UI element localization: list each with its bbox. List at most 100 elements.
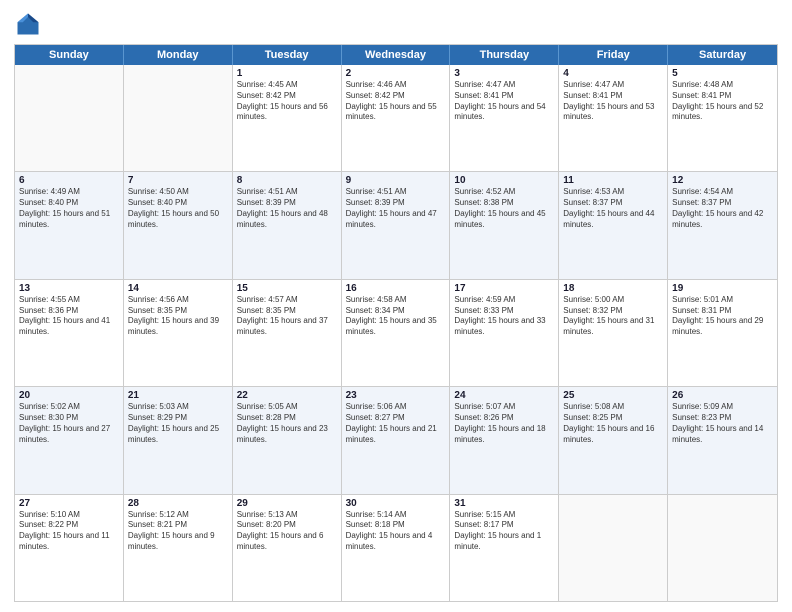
page: SundayMondayTuesdayWednesdayThursdayFrid… bbox=[0, 0, 792, 612]
cal-cell-empty bbox=[15, 65, 124, 171]
day-number: 10 bbox=[454, 175, 554, 186]
cal-cell-day-18: 18Sunrise: 5:00 AM Sunset: 8:32 PM Dayli… bbox=[559, 280, 668, 386]
cal-cell-day-27: 27Sunrise: 5:10 AM Sunset: 8:22 PM Dayli… bbox=[15, 495, 124, 601]
cell-daylight-info: Sunrise: 4:48 AM Sunset: 8:41 PM Dayligh… bbox=[672, 80, 773, 123]
day-number: 21 bbox=[128, 390, 228, 401]
cell-daylight-info: Sunrise: 5:06 AM Sunset: 8:27 PM Dayligh… bbox=[346, 402, 446, 445]
day-number: 19 bbox=[672, 283, 773, 294]
day-number: 23 bbox=[346, 390, 446, 401]
cell-daylight-info: Sunrise: 4:54 AM Sunset: 8:37 PM Dayligh… bbox=[672, 187, 773, 230]
day-number: 17 bbox=[454, 283, 554, 294]
day-number: 14 bbox=[128, 283, 228, 294]
cell-daylight-info: Sunrise: 4:49 AM Sunset: 8:40 PM Dayligh… bbox=[19, 187, 119, 230]
cal-cell-day-17: 17Sunrise: 4:59 AM Sunset: 8:33 PM Dayli… bbox=[450, 280, 559, 386]
cal-cell-day-3: 3Sunrise: 4:47 AM Sunset: 8:41 PM Daylig… bbox=[450, 65, 559, 171]
cell-daylight-info: Sunrise: 4:51 AM Sunset: 8:39 PM Dayligh… bbox=[237, 187, 337, 230]
day-number: 31 bbox=[454, 498, 554, 509]
day-number: 4 bbox=[563, 68, 663, 79]
cal-cell-day-29: 29Sunrise: 5:13 AM Sunset: 8:20 PM Dayli… bbox=[233, 495, 342, 601]
cell-daylight-info: Sunrise: 4:50 AM Sunset: 8:40 PM Dayligh… bbox=[128, 187, 228, 230]
cal-cell-day-23: 23Sunrise: 5:06 AM Sunset: 8:27 PM Dayli… bbox=[342, 387, 451, 493]
cal-cell-day-19: 19Sunrise: 5:01 AM Sunset: 8:31 PM Dayli… bbox=[668, 280, 777, 386]
cal-cell-day-16: 16Sunrise: 4:58 AM Sunset: 8:34 PM Dayli… bbox=[342, 280, 451, 386]
logo bbox=[14, 10, 46, 38]
day-number: 24 bbox=[454, 390, 554, 401]
cell-daylight-info: Sunrise: 4:46 AM Sunset: 8:42 PM Dayligh… bbox=[346, 80, 446, 123]
cell-daylight-info: Sunrise: 5:13 AM Sunset: 8:20 PM Dayligh… bbox=[237, 510, 337, 553]
header bbox=[14, 10, 778, 38]
day-number: 18 bbox=[563, 283, 663, 294]
cell-daylight-info: Sunrise: 5:09 AM Sunset: 8:23 PM Dayligh… bbox=[672, 402, 773, 445]
day-number: 25 bbox=[563, 390, 663, 401]
cal-cell-empty bbox=[668, 495, 777, 601]
cell-daylight-info: Sunrise: 4:47 AM Sunset: 8:41 PM Dayligh… bbox=[454, 80, 554, 123]
day-number: 7 bbox=[128, 175, 228, 186]
cal-cell-day-6: 6Sunrise: 4:49 AM Sunset: 8:40 PM Daylig… bbox=[15, 172, 124, 278]
cal-cell-day-25: 25Sunrise: 5:08 AM Sunset: 8:25 PM Dayli… bbox=[559, 387, 668, 493]
cal-week-4: 20Sunrise: 5:02 AM Sunset: 8:30 PM Dayli… bbox=[15, 386, 777, 493]
cal-week-2: 6Sunrise: 4:49 AM Sunset: 8:40 PM Daylig… bbox=[15, 171, 777, 278]
cal-header-thursday: Thursday bbox=[450, 45, 559, 65]
day-number: 22 bbox=[237, 390, 337, 401]
day-number: 11 bbox=[563, 175, 663, 186]
cal-cell-day-9: 9Sunrise: 4:51 AM Sunset: 8:39 PM Daylig… bbox=[342, 172, 451, 278]
cal-header-friday: Friday bbox=[559, 45, 668, 65]
cal-cell-empty bbox=[559, 495, 668, 601]
day-number: 27 bbox=[19, 498, 119, 509]
cal-cell-day-7: 7Sunrise: 4:50 AM Sunset: 8:40 PM Daylig… bbox=[124, 172, 233, 278]
cell-daylight-info: Sunrise: 4:53 AM Sunset: 8:37 PM Dayligh… bbox=[563, 187, 663, 230]
cell-daylight-info: Sunrise: 5:05 AM Sunset: 8:28 PM Dayligh… bbox=[237, 402, 337, 445]
day-number: 30 bbox=[346, 498, 446, 509]
cal-cell-day-31: 31Sunrise: 5:15 AM Sunset: 8:17 PM Dayli… bbox=[450, 495, 559, 601]
cell-daylight-info: Sunrise: 5:01 AM Sunset: 8:31 PM Dayligh… bbox=[672, 295, 773, 338]
logo-icon bbox=[14, 10, 42, 38]
calendar: SundayMondayTuesdayWednesdayThursdayFrid… bbox=[14, 44, 778, 602]
day-number: 26 bbox=[672, 390, 773, 401]
cell-daylight-info: Sunrise: 4:45 AM Sunset: 8:42 PM Dayligh… bbox=[237, 80, 337, 123]
cell-daylight-info: Sunrise: 4:56 AM Sunset: 8:35 PM Dayligh… bbox=[128, 295, 228, 338]
cal-header-wednesday: Wednesday bbox=[342, 45, 451, 65]
day-number: 8 bbox=[237, 175, 337, 186]
day-number: 28 bbox=[128, 498, 228, 509]
cell-daylight-info: Sunrise: 5:14 AM Sunset: 8:18 PM Dayligh… bbox=[346, 510, 446, 553]
cal-cell-day-26: 26Sunrise: 5:09 AM Sunset: 8:23 PM Dayli… bbox=[668, 387, 777, 493]
day-number: 13 bbox=[19, 283, 119, 294]
cal-cell-day-2: 2Sunrise: 4:46 AM Sunset: 8:42 PM Daylig… bbox=[342, 65, 451, 171]
cell-daylight-info: Sunrise: 4:55 AM Sunset: 8:36 PM Dayligh… bbox=[19, 295, 119, 338]
day-number: 29 bbox=[237, 498, 337, 509]
cal-cell-day-13: 13Sunrise: 4:55 AM Sunset: 8:36 PM Dayli… bbox=[15, 280, 124, 386]
day-number: 15 bbox=[237, 283, 337, 294]
cal-week-5: 27Sunrise: 5:10 AM Sunset: 8:22 PM Dayli… bbox=[15, 494, 777, 601]
cal-cell-day-4: 4Sunrise: 4:47 AM Sunset: 8:41 PM Daylig… bbox=[559, 65, 668, 171]
cal-cell-day-22: 22Sunrise: 5:05 AM Sunset: 8:28 PM Dayli… bbox=[233, 387, 342, 493]
day-number: 1 bbox=[237, 68, 337, 79]
cal-header-saturday: Saturday bbox=[668, 45, 777, 65]
cal-week-3: 13Sunrise: 4:55 AM Sunset: 8:36 PM Dayli… bbox=[15, 279, 777, 386]
cal-cell-day-11: 11Sunrise: 4:53 AM Sunset: 8:37 PM Dayli… bbox=[559, 172, 668, 278]
cal-cell-day-30: 30Sunrise: 5:14 AM Sunset: 8:18 PM Dayli… bbox=[342, 495, 451, 601]
cal-cell-day-5: 5Sunrise: 4:48 AM Sunset: 8:41 PM Daylig… bbox=[668, 65, 777, 171]
day-number: 5 bbox=[672, 68, 773, 79]
cal-cell-day-1: 1Sunrise: 4:45 AM Sunset: 8:42 PM Daylig… bbox=[233, 65, 342, 171]
cell-daylight-info: Sunrise: 5:00 AM Sunset: 8:32 PM Dayligh… bbox=[563, 295, 663, 338]
cal-cell-day-24: 24Sunrise: 5:07 AM Sunset: 8:26 PM Dayli… bbox=[450, 387, 559, 493]
cell-daylight-info: Sunrise: 5:02 AM Sunset: 8:30 PM Dayligh… bbox=[19, 402, 119, 445]
cal-cell-day-28: 28Sunrise: 5:12 AM Sunset: 8:21 PM Dayli… bbox=[124, 495, 233, 601]
cal-header-sunday: Sunday bbox=[15, 45, 124, 65]
cell-daylight-info: Sunrise: 5:07 AM Sunset: 8:26 PM Dayligh… bbox=[454, 402, 554, 445]
cal-cell-empty bbox=[124, 65, 233, 171]
cell-daylight-info: Sunrise: 4:52 AM Sunset: 8:38 PM Dayligh… bbox=[454, 187, 554, 230]
day-number: 6 bbox=[19, 175, 119, 186]
cal-cell-day-15: 15Sunrise: 4:57 AM Sunset: 8:35 PM Dayli… bbox=[233, 280, 342, 386]
cell-daylight-info: Sunrise: 5:03 AM Sunset: 8:29 PM Dayligh… bbox=[128, 402, 228, 445]
day-number: 3 bbox=[454, 68, 554, 79]
cell-daylight-info: Sunrise: 5:15 AM Sunset: 8:17 PM Dayligh… bbox=[454, 510, 554, 553]
cal-header-monday: Monday bbox=[124, 45, 233, 65]
cell-daylight-info: Sunrise: 4:58 AM Sunset: 8:34 PM Dayligh… bbox=[346, 295, 446, 338]
day-number: 12 bbox=[672, 175, 773, 186]
calendar-header-row: SundayMondayTuesdayWednesdayThursdayFrid… bbox=[15, 45, 777, 65]
cal-cell-day-8: 8Sunrise: 4:51 AM Sunset: 8:39 PM Daylig… bbox=[233, 172, 342, 278]
cell-daylight-info: Sunrise: 4:47 AM Sunset: 8:41 PM Dayligh… bbox=[563, 80, 663, 123]
cell-daylight-info: Sunrise: 4:59 AM Sunset: 8:33 PM Dayligh… bbox=[454, 295, 554, 338]
cell-daylight-info: Sunrise: 5:12 AM Sunset: 8:21 PM Dayligh… bbox=[128, 510, 228, 553]
